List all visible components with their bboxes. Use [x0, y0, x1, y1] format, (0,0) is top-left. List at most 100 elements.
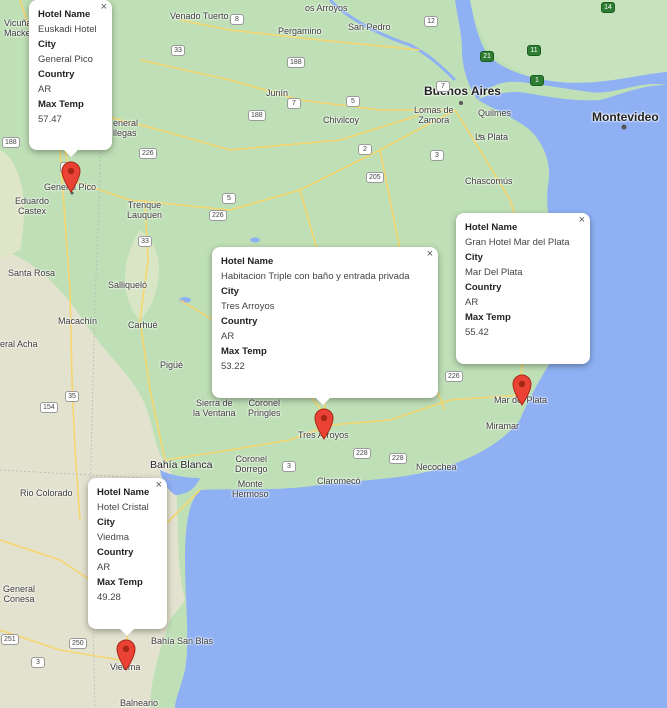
map-marker-pin[interactable] [512, 374, 532, 406]
info-window-tail [120, 629, 134, 636]
country-value: AR [38, 84, 52, 95]
country-label: Country [38, 69, 75, 80]
close-icon[interactable]: × [579, 214, 585, 226]
map-marker-pin[interactable] [116, 639, 136, 671]
hotel-name-label: Hotel Name [221, 256, 274, 267]
max-temp-value: 49.28 [97, 592, 121, 603]
label-rio-colorado: Rio Colorado [20, 488, 73, 498]
map-canvas[interactable]: Vicuña Macke... Venado Tuerto os Arroyos… [0, 0, 667, 708]
route-shield: 12 [424, 16, 438, 27]
country-value: AR [465, 297, 479, 308]
label-pigue: Pigüé [160, 360, 184, 370]
label-miramar: Miramar [486, 421, 519, 431]
label-san-pedro: San Pedro [348, 22, 391, 32]
max-temp-value: 55.42 [465, 327, 489, 338]
max-temp-label: Max Temp [221, 346, 267, 357]
label-la-plata: La Plata [475, 132, 509, 142]
close-icon[interactable]: × [156, 479, 162, 491]
max-temp-label: Max Temp [97, 577, 143, 588]
route-shield: 5 [346, 96, 360, 107]
info-window-tres-arroyos: × Hotel Name Habitacion Triple con baño … [212, 247, 438, 405]
route-shield: 5 [222, 193, 236, 204]
label-balneario: Balneario [120, 698, 159, 708]
label-pergamino: Pergamino [278, 26, 322, 36]
country-label: Country [221, 316, 258, 327]
label-chivilcoy: Chivilcoy [323, 115, 360, 125]
info-window-tail [64, 150, 78, 157]
hotel-name-label: Hotel Name [38, 9, 91, 20]
map-marker-pin[interactable] [61, 161, 81, 193]
country-label: Country [97, 547, 134, 558]
country-value: AR [221, 331, 235, 342]
route-shield: 33 [171, 45, 185, 56]
city-value: Tres Arroyos [221, 301, 275, 312]
label-eduardo-castex: Eduardo Castex [15, 196, 50, 216]
country-label: Country [465, 282, 502, 293]
city-value: Viedma [97, 532, 130, 543]
city-label: City [221, 286, 239, 297]
label-trenque-lauquen: Trenque Lauquen [127, 200, 163, 220]
label-lomas-de-zamora: Lomas de Zamora [414, 105, 454, 125]
label-salliquelo: Salliqueló [108, 280, 148, 290]
route-shield: 7 [287, 98, 301, 109]
route-shield: 7 [436, 81, 450, 92]
hotel-name-value: Gran Hotel Mar del Plata [465, 237, 570, 248]
route-shield: 226 [139, 148, 157, 159]
route-shield: 33 [138, 236, 152, 247]
route-shield: 226 [445, 371, 463, 382]
city-value: General Pico [38, 54, 93, 65]
label-coronel-dorrego: Coronel Dorrego [235, 454, 268, 474]
route-shield: 251 [1, 634, 19, 645]
label-junin: Junín [266, 88, 289, 98]
route-shield: 205 [366, 172, 384, 183]
close-icon[interactable]: × [427, 248, 433, 260]
label-bahia-san-blas: Bahía San Blas [151, 636, 214, 646]
max-temp-label: Max Temp [465, 312, 511, 323]
route-shield: 3 [282, 461, 296, 472]
hotel-name-value: Hotel Cristal [97, 502, 149, 513]
label-macachin: Macachín [58, 316, 98, 326]
max-temp-label: Max Temp [38, 99, 84, 110]
label-chascomus: Chascomús [465, 176, 513, 186]
max-temp-value: 57.47 [38, 114, 62, 125]
info-window-viedma: × Hotel Name Hotel Cristal City Viedma C… [88, 478, 167, 636]
hotel-name-value: Euskadi Hotel [38, 24, 97, 35]
route-shield: 188 [287, 57, 305, 68]
route-shield: 14 [601, 2, 615, 13]
label-necochea: Necochea [416, 462, 457, 472]
label-claromeco: Claromecó [317, 476, 361, 486]
close-icon[interactable]: × [101, 1, 107, 13]
label-quilmes: Quilmes [478, 108, 512, 118]
route-shield: 21 [480, 51, 494, 62]
city-value: Mar Del Plata [465, 267, 523, 278]
label-los-arroyos: os Arroyos [305, 3, 348, 13]
info-window-tail [316, 398, 330, 405]
country-value: AR [97, 562, 111, 573]
label-sierra-de-la-ventana: Sierra de la Ventana [193, 398, 236, 418]
route-shield: 1 [530, 75, 544, 86]
route-shield: 188 [2, 137, 20, 148]
label-carhue: Carhué [128, 320, 158, 330]
hotel-name-value: Habitacion Triple con baño y entrada pri… [221, 271, 410, 282]
map-marker-pin[interactable] [314, 408, 334, 440]
label-general-villegas: eneral llegas [113, 118, 139, 138]
info-window-general-pico: × Hotel Name Euskadi Hotel City General … [29, 0, 112, 157]
city-label: City [38, 39, 56, 50]
route-shield: 2 [358, 144, 372, 155]
route-shield: 226 [209, 210, 227, 221]
route-shield: 250 [69, 638, 87, 649]
route-shield: 154 [40, 402, 58, 413]
label-general-conesa: General Conesa [3, 584, 36, 604]
route-shield: 188 [248, 110, 266, 121]
hotel-name-label: Hotel Name [465, 222, 518, 233]
label-venado-tuerto: Venado Tuerto [170, 11, 229, 21]
max-temp-value: 53.22 [221, 361, 245, 372]
route-shield: 228 [389, 453, 407, 464]
route-shield: 3 [430, 150, 444, 161]
route-shield: 35 [65, 391, 79, 402]
label-santa-rosa: Santa Rosa [8, 268, 56, 278]
label-monte-hermoso: Monte Hermoso [232, 479, 269, 499]
route-shield: 228 [353, 448, 371, 459]
city-label: City [97, 517, 115, 528]
label-bahia-blanca: Bahía Blanca [150, 459, 213, 471]
